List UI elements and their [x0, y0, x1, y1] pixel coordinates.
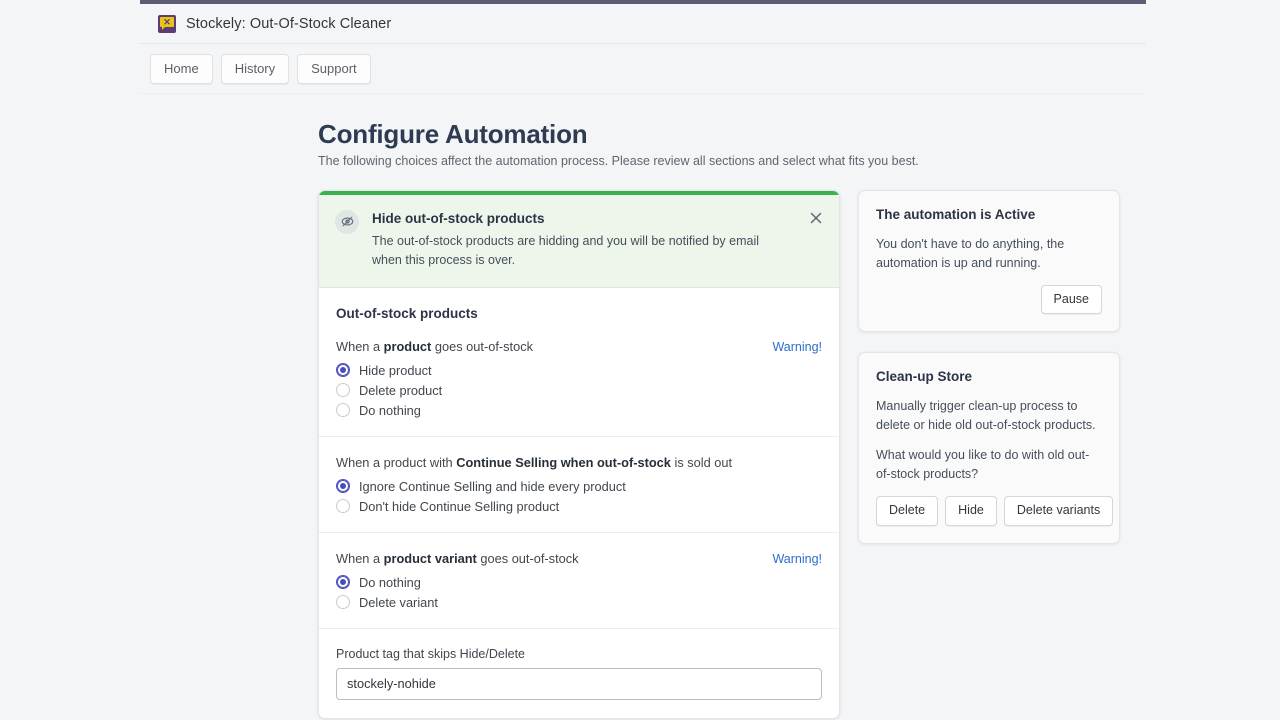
- radio-option-ignore-continue-selling[interactable]: Ignore Continue Selling and hide every p…: [336, 479, 822, 494]
- configuration-card: Hide out-of-stock products The out-of-st…: [318, 189, 840, 719]
- radio-option-dont-hide-continue-selling[interactable]: Don't hide Continue Selling product: [336, 499, 822, 514]
- radio-option-hide-product[interactable]: Hide product: [336, 363, 822, 378]
- radio-label: Don't hide Continue Selling product: [359, 498, 560, 514]
- page-content: Configure Automation The following choic…: [140, 94, 1146, 719]
- product-tag-label: Product tag that skips Hide/Delete: [336, 646, 525, 661]
- nav-button-home[interactable]: Home: [150, 53, 213, 84]
- cleanup-card-title: Clean-up Store: [876, 369, 973, 385]
- page-subtitle: The following choices affect the automat…: [318, 153, 919, 168]
- question-label-product-variant: When a product variant goes out-of-stock: [336, 551, 579, 566]
- radio-label: Delete product: [359, 382, 443, 398]
- stockely-app-icon: ✕: [158, 14, 176, 33]
- automation-card-title: The automation is Active: [876, 206, 1036, 222]
- warning-link-variant[interactable]: Warning!: [772, 552, 822, 566]
- page-title: Configure Automation: [318, 119, 588, 149]
- question-prefix: When a: [336, 338, 384, 354]
- close-icon[interactable]: [805, 207, 827, 229]
- question-strong: product: [383, 338, 432, 354]
- main-column: Hide out-of-stock products The out-of-st…: [318, 189, 840, 719]
- question-suffix: is sold out: [670, 454, 733, 470]
- nav-button-support[interactable]: Support: [297, 53, 371, 84]
- question-suffix: goes out-of-stock: [476, 550, 579, 566]
- question-row-product-variant: When a product variant goes out-of-stock…: [336, 551, 822, 566]
- question-suffix: goes out-of-stock: [431, 338, 534, 354]
- question-strong: Continue Selling when out-of-stock: [456, 454, 671, 470]
- pause-button[interactable]: Pause: [1040, 284, 1102, 315]
- radio-indicator: [336, 479, 350, 494]
- x-glyph: ✕: [163, 17, 171, 27]
- radio-label: Do nothing: [359, 574, 421, 590]
- radio-indicator: [336, 595, 350, 610]
- status-banner: Hide out-of-stock products The out-of-st…: [319, 190, 839, 288]
- automation-card-text: You don't have to do anything, the autom…: [876, 236, 1065, 270]
- app-titlebar: ✕ Stockely: Out-Of-Stock Cleaner: [140, 4, 1146, 44]
- app-title: Stockely: Out-Of-Stock Cleaner: [186, 15, 392, 32]
- embedded-app-frame: ✕ Stockely: Out-Of-Stock Cleaner Home Hi…: [140, 0, 1146, 720]
- nav-button-history[interactable]: History: [220, 53, 290, 84]
- section-out-of-stock-products: Out-of-stock products When a product goe…: [319, 288, 839, 437]
- question-row-product: When a product goes out-of-stock Warning…: [336, 339, 822, 354]
- banner-title: Hide out-of-stock products: [372, 210, 545, 226]
- cleanup-store-card: Clean-up Store Manually trigger clean-up…: [858, 352, 1120, 544]
- cleanup-card-actions: Delete Hide Delete variants: [876, 496, 1114, 526]
- section-product-tag: Product tag that skips Hide/Delete: [319, 629, 839, 718]
- section-continue-selling: When a product with Continue Selling whe…: [319, 437, 839, 533]
- radio-option-do-nothing-variant[interactable]: Do nothing: [336, 575, 822, 590]
- content-columns: Hide out-of-stock products The out-of-st…: [318, 189, 1146, 719]
- section-title: Out-of-stock products: [336, 305, 478, 321]
- app-nav: Home History Support: [140, 44, 1146, 94]
- radio-label: Ignore Continue Selling and hide every p…: [359, 478, 626, 494]
- delete-variants-button[interactable]: Delete variants: [1003, 496, 1114, 526]
- banner-body: Hide out-of-stock products The out-of-st…: [372, 209, 823, 271]
- question-prefix: When a: [336, 550, 384, 566]
- product-tag-input[interactable]: [336, 667, 822, 700]
- cleanup-card-text-2: What would you like to do with old out-o…: [876, 448, 1090, 482]
- question-strong: product variant: [383, 550, 477, 566]
- radio-indicator: [336, 499, 350, 514]
- question-prefix: When a product with: [336, 454, 457, 470]
- question-label-product: When a product goes out-of-stock: [336, 339, 533, 354]
- banner-text: The out-of-stock products are hidding an…: [372, 234, 760, 268]
- automation-card-actions: Pause: [876, 284, 1102, 315]
- radio-option-delete-product[interactable]: Delete product: [336, 383, 822, 398]
- question-label-continue-selling: When a product with Continue Selling whe…: [336, 455, 732, 470]
- question-row-continue-selling: When a product with Continue Selling whe…: [336, 455, 822, 470]
- hide-button[interactable]: Hide: [945, 496, 997, 526]
- side-column: The automation is Active You don't have …: [858, 189, 1120, 564]
- radio-option-delete-variant[interactable]: Delete variant: [336, 595, 822, 610]
- eye-slash-icon: [335, 209, 359, 234]
- radio-indicator: [336, 383, 350, 398]
- radio-label: Hide product: [359, 362, 432, 378]
- radio-label: Do nothing: [359, 402, 421, 418]
- automation-status-card: The automation is Active You don't have …: [858, 189, 1120, 333]
- radio-label: Delete variant: [359, 594, 438, 610]
- radio-indicator: [336, 363, 350, 378]
- radio-option-do-nothing-product[interactable]: Do nothing: [336, 403, 822, 418]
- radio-indicator: [336, 403, 350, 418]
- radio-indicator: [336, 575, 350, 590]
- warning-link-product[interactable]: Warning!: [772, 340, 822, 354]
- cleanup-card-text-1: Manually trigger clean-up process to del…: [876, 399, 1096, 433]
- section-product-variant: When a product variant goes out-of-stock…: [319, 533, 839, 629]
- delete-button[interactable]: Delete: [876, 496, 939, 526]
